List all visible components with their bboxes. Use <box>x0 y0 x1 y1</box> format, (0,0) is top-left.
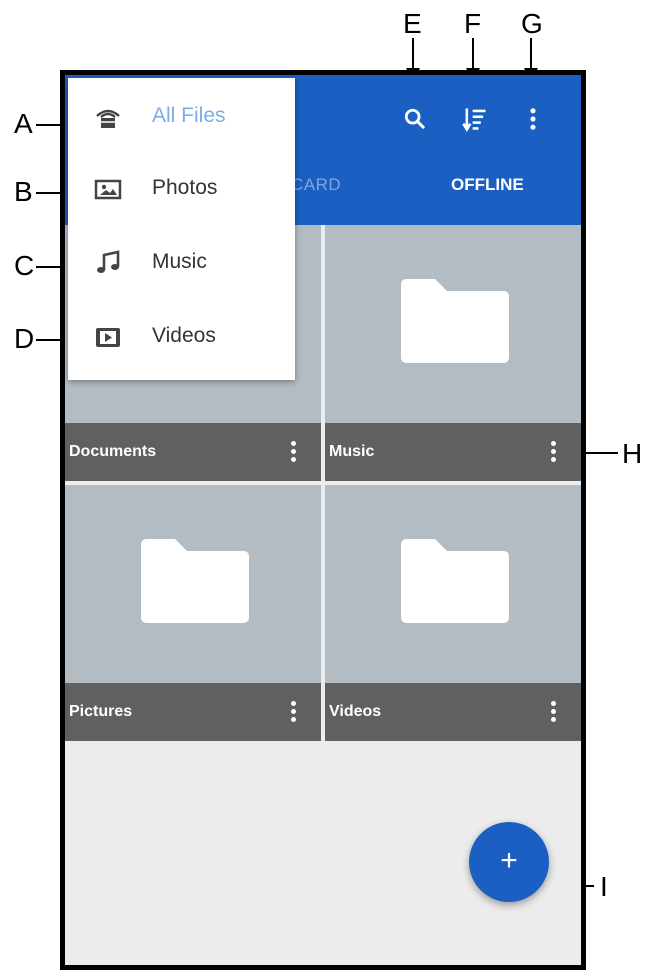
callout-d: D <box>14 323 35 354</box>
folder-more-icon[interactable] <box>291 441 297 465</box>
callout-c: C <box>14 250 35 281</box>
photos-icon <box>94 179 122 200</box>
menu-item-label: Music <box>152 250 207 273</box>
callout-b: B <box>14 176 33 207</box>
folder-bar: Pictures <box>65 683 321 741</box>
sort-icon[interactable] <box>461 105 489 133</box>
folder-name: Music <box>329 443 375 460</box>
tab-offline[interactable]: OFFLINE <box>451 175 524 195</box>
menu-item-label: Videos <box>152 324 216 347</box>
videos-icon <box>96 328 120 347</box>
callout-i: I <box>600 871 608 902</box>
folder-tile-music[interactable]: Music <box>325 225 581 481</box>
search-icon[interactable] <box>401 105 429 133</box>
folder-name: Pictures <box>69 703 133 720</box>
menu-item-music[interactable]: Music <box>68 228 295 298</box>
folder-icon <box>401 539 509 623</box>
callout-a: A <box>14 108 33 139</box>
folder-bar: Videos <box>325 683 581 741</box>
folder-tile-pictures[interactable]: Pictures <box>65 485 321 741</box>
music-note-icon <box>97 250 120 273</box>
menu-item-all-files[interactable]: All Files <box>68 82 295 152</box>
folder-tile-videos[interactable]: Videos <box>325 485 581 741</box>
phone-screen: D CARD OFFLINE Documents Music Pictures … <box>60 70 586 970</box>
menu-item-label: All Files <box>152 104 226 127</box>
folder-more-icon[interactable] <box>551 701 557 725</box>
menu-item-label: Photos <box>152 176 218 199</box>
folder-more-icon[interactable] <box>551 441 557 465</box>
plus-icon: + <box>500 844 518 877</box>
folder-name: Videos <box>329 703 382 720</box>
folder-bar: Documents <box>65 423 321 481</box>
callout-e: E <box>403 8 422 39</box>
all-files-icon <box>96 109 120 128</box>
folder-icon <box>141 539 249 623</box>
folder-more-icon[interactable] <box>291 701 297 725</box>
callout-e-line <box>412 38 414 70</box>
folder-bar: Music <box>325 423 581 481</box>
folder-icon <box>401 279 509 363</box>
folder-name: Documents <box>69 443 157 460</box>
menu-item-videos[interactable]: Videos <box>68 302 295 372</box>
callout-f-line <box>472 38 474 70</box>
callout-h: H <box>622 438 643 469</box>
menu-item-photos[interactable]: Photos <box>68 154 295 224</box>
callout-f: F <box>464 8 482 39</box>
callout-g-line <box>530 38 532 70</box>
callout-g: G <box>521 8 543 39</box>
more-vert-icon[interactable] <box>519 105 547 133</box>
add-fab-button[interactable]: + <box>469 822 549 902</box>
file-type-menu: All Files Photos Music Videos <box>68 78 295 380</box>
